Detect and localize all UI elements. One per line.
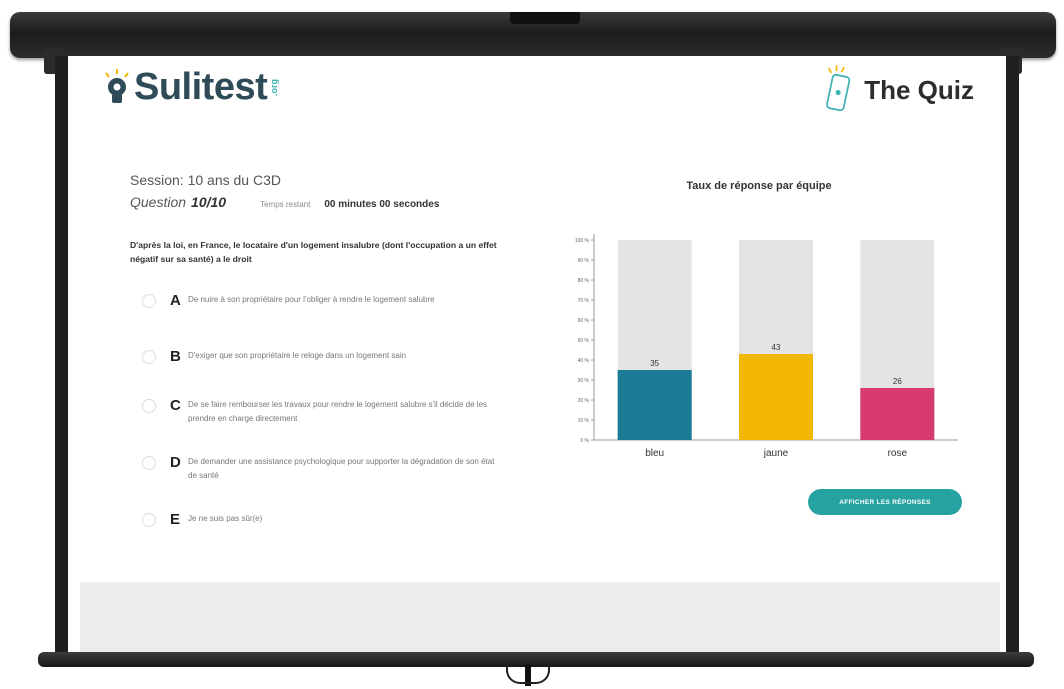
timer-label: Temps restant xyxy=(260,200,311,209)
sulitest-logo: Sulitest .org xyxy=(102,66,279,109)
logo-text: Sulitest xyxy=(134,66,268,108)
quiz-brand: The Quiz xyxy=(822,62,974,118)
answer-radio[interactable] xyxy=(142,350,156,364)
answer-text: De demander une assistance psychologique… xyxy=(188,457,495,480)
pull-handle[interactable] xyxy=(506,666,550,684)
roller-clip xyxy=(510,12,580,24)
logo-suffix: .org xyxy=(269,79,280,96)
footer-band xyxy=(80,582,1000,656)
bar-bleu xyxy=(617,370,692,440)
x-category-label: bleu xyxy=(645,448,664,459)
y-tick-label: 80 % xyxy=(578,278,590,284)
answer-option-c[interactable]: C De se faire rembourser les travaux pou… xyxy=(142,397,502,426)
bar-value-label: 43 xyxy=(772,343,781,352)
projector-roller xyxy=(10,12,1056,74)
answer-text: De se faire rembourser les travaux pour … xyxy=(188,400,488,423)
answer-option-e[interactable]: E Je ne suis pas sûr(e) xyxy=(142,511,502,528)
answer-text: Je ne suis pas sûr(e) xyxy=(188,514,263,523)
answer-option-b[interactable]: B D'exiger que son propriétaire le relog… xyxy=(142,348,502,365)
session-name: Session: 10 ans du C3D xyxy=(130,172,281,188)
timer-value: 00 minutes 00 secondes xyxy=(324,199,440,210)
y-tick-label: 20 % xyxy=(578,398,590,404)
answer-radio[interactable] xyxy=(142,513,156,527)
question-counter: Question 10/10 Temps restant 00 minutes … xyxy=(130,194,439,210)
answer-text: D'exiger que son propriétaire le reloge … xyxy=(188,351,407,360)
bar-value-label: 26 xyxy=(893,377,902,386)
answer-option-d[interactable]: D De demander une assistance psychologiq… xyxy=(142,454,502,483)
question-number: 10/10 xyxy=(191,194,227,210)
bar-chart: 0 % 10 % 20 % 30 % 40 % 50 % 60 % 70 % 80 % 90 % 1… xyxy=(575,234,958,459)
x-category-label: rose xyxy=(888,448,908,459)
bar-rose xyxy=(860,388,935,440)
answer-letter: D xyxy=(170,454,181,471)
answer-text: De nuire à son propriétaire pour l'oblig… xyxy=(188,295,435,304)
answer-letter: A xyxy=(170,292,181,309)
phone-icon xyxy=(826,65,851,112)
y-tick-label: 0 % xyxy=(580,438,589,444)
screen-bottom-bar xyxy=(38,652,1034,667)
answer-letter: E xyxy=(170,511,181,528)
show-answers-button[interactable]: AFFICHER LES RÉPONSES xyxy=(808,489,962,515)
lightbulb-icon xyxy=(105,68,129,103)
answer-radio[interactable] xyxy=(142,399,156,413)
y-tick-label: 40 % xyxy=(578,358,590,364)
answer-option-a[interactable]: A De nuire à son propriétaire pour l'obl… xyxy=(142,292,502,309)
y-tick-label: 50 % xyxy=(578,338,590,344)
answer-letter: B xyxy=(170,348,181,365)
y-tick-label: 100 % xyxy=(575,238,590,244)
question-label: Question xyxy=(130,194,187,210)
y-tick-label: 10 % xyxy=(578,418,590,424)
chart-title: Taux de réponse par équipe xyxy=(686,180,832,192)
bar-value-label: 35 xyxy=(650,359,659,368)
projector-screen: Sulitest .org The Quiz Session: 10 ans d… xyxy=(68,56,1006,656)
quiz-title: The Quiz xyxy=(864,74,974,105)
y-tick-label: 30 % xyxy=(578,378,590,384)
y-tick-label: 90 % xyxy=(578,258,590,264)
y-tick-label: 70 % xyxy=(578,298,590,304)
answer-letter: C xyxy=(170,397,181,414)
answer-radio[interactable] xyxy=(142,456,156,470)
question-text: D'après la loi, en France, le locataire … xyxy=(130,240,497,264)
y-tick-label: 60 % xyxy=(578,318,590,324)
answer-radio[interactable] xyxy=(142,294,156,308)
bar-jaune xyxy=(739,354,813,440)
x-category-label: jaune xyxy=(763,448,789,459)
